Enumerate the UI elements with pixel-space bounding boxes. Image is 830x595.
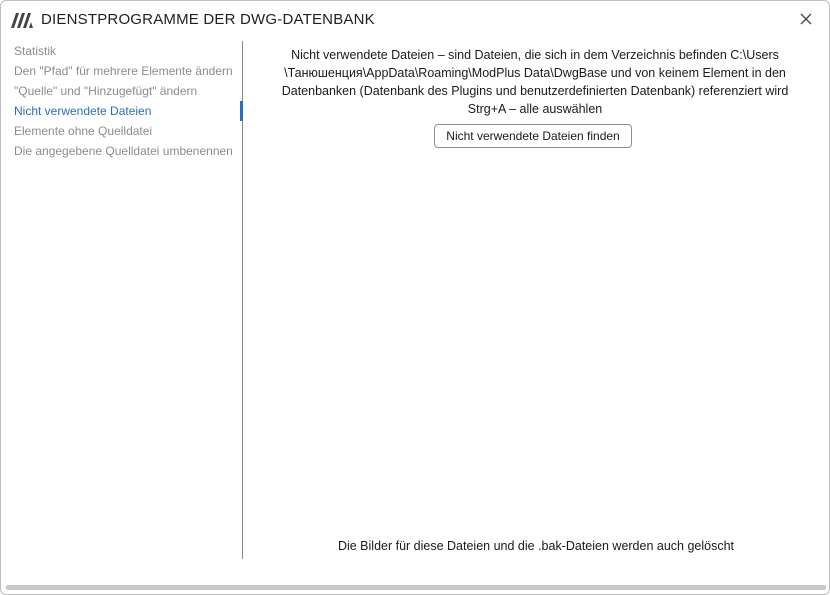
horizontal-scrollbar[interactable]: [6, 585, 826, 590]
description-line: \Танюшенция\AppData\Roaming\ModPlus Data…: [284, 66, 786, 80]
modplus-logo-icon: [11, 13, 33, 28]
main-content: Nicht verwendete Dateien – sind Dateien,…: [243, 41, 829, 559]
sidebar-item-statistik[interactable]: Statistik: [1, 41, 242, 61]
description-text: Nicht verwendete Dateien – sind Dateien,…: [265, 46, 805, 118]
description-line: Strg+A – alle auswählen: [467, 102, 603, 116]
footer-note: Die Bilder für diese Dateien und die .ba…: [337, 539, 735, 553]
close-icon[interactable]: [797, 10, 815, 28]
sidebar-nav: Statistik Den "Pfad" für mehrere Element…: [1, 41, 243, 559]
sidebar-item-quelle-hinzugefuegt[interactable]: "Quelle" und "Hinzugefügt" ändern: [1, 81, 242, 101]
sidebar-item-quelldatei-umbenennen[interactable]: Die angegebene Quelldatei umbenennen: [1, 141, 242, 161]
description-line: Nicht verwendete Dateien – sind Dateien,…: [291, 48, 779, 62]
utility-window: DIENSTPROGRAMME DER DWG-DATENBANK Statis…: [0, 0, 830, 595]
sidebar-item-elemente-ohne-quelldatei[interactable]: Elemente ohne Quelldatei: [1, 121, 242, 141]
description-line: Datenbanken (Datenbank des Plugins und b…: [281, 84, 789, 98]
find-unused-files-button[interactable]: Nicht verwendete Dateien finden: [434, 124, 632, 148]
sidebar-item-nicht-verwendete-dateien[interactable]: Nicht verwendete Dateien: [1, 101, 243, 121]
sidebar-item-pfad-aendern[interactable]: Den "Pfad" für mehrere Elemente ändern: [1, 61, 242, 81]
title-bar[interactable]: DIENSTPROGRAMME DER DWG-DATENBANK: [1, 1, 829, 39]
window-title: DIENSTPROGRAMME DER DWG-DATENBANK: [41, 11, 375, 28]
